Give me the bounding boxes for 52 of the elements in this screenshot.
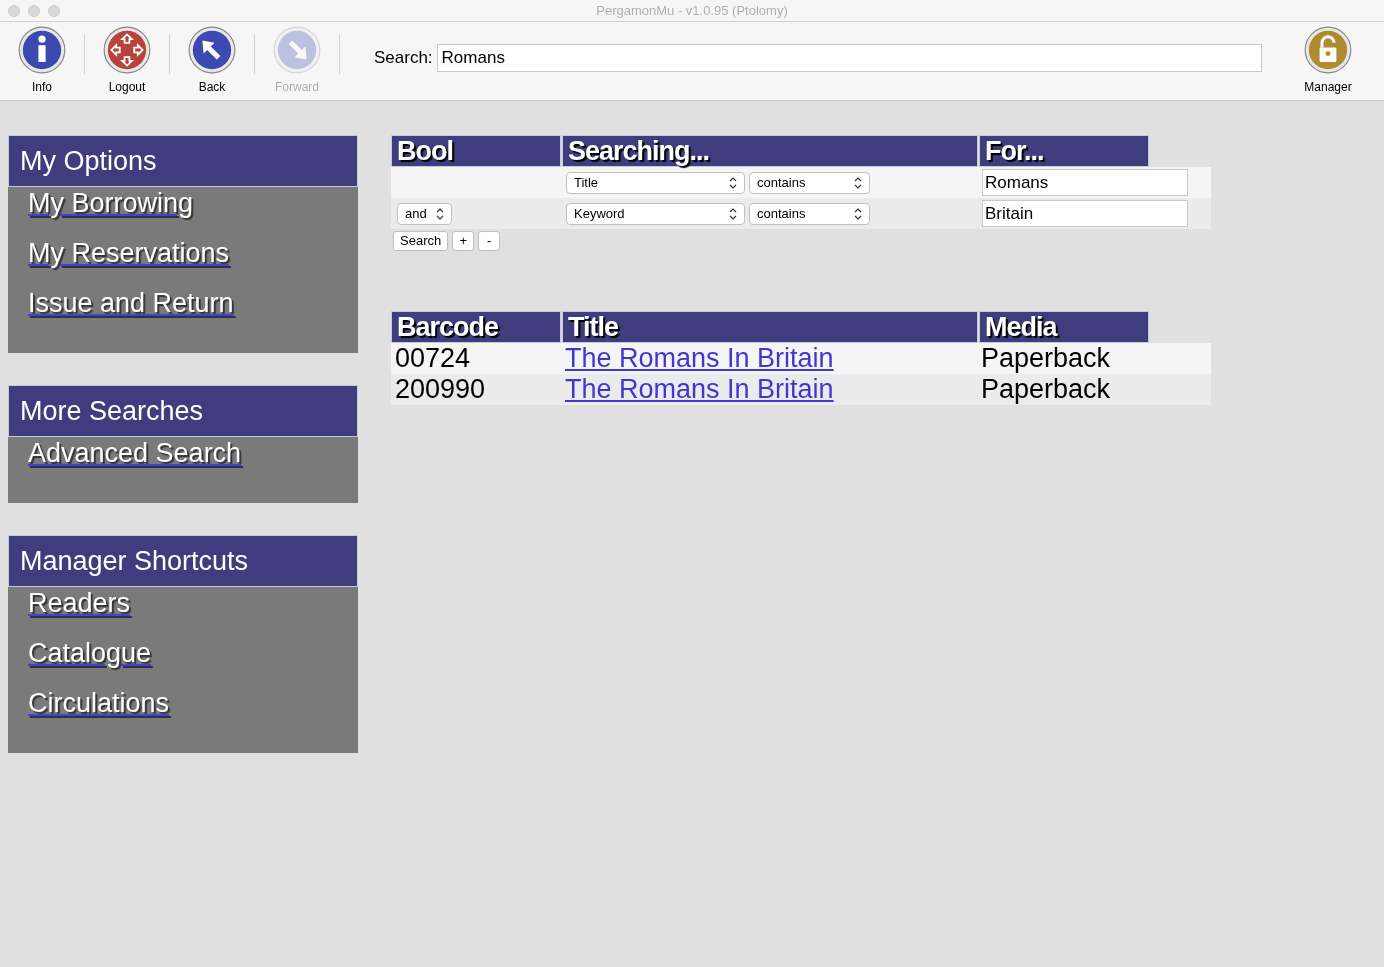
move-arrows-icon <box>103 26 151 74</box>
column-header: Title <box>562 311 978 343</box>
operator-dropdown[interactable]: contains <box>749 171 870 194</box>
padlock-icon <box>1304 26 1352 74</box>
window-control[interactable] <box>48 4 60 17</box>
window-control[interactable] <box>8 4 20 17</box>
info-icon <box>18 26 66 74</box>
sidebar-link[interactable]: My Borrowing <box>28 187 194 237</box>
chevron-icon <box>854 207 862 220</box>
sidebar-link[interactable]: Advanced Search <box>28 437 242 487</box>
arrow-up-left-icon <box>188 26 236 74</box>
window-control[interactable] <box>28 4 40 17</box>
toolbar-button[interactable]: Info <box>0 26 84 96</box>
operator-dropdown[interactable]: contains <box>749 202 870 225</box>
form-button[interactable]: Search <box>393 231 449 251</box>
form-button[interactable]: + <box>452 231 475 251</box>
panel-title: My Options <box>20 144 157 178</box>
term-field[interactable]: Romans <box>982 169 1188 196</box>
barcode-cell-text: 00724 <box>394 342 472 376</box>
panel-title: Manager Shortcuts <box>20 544 249 578</box>
panel-title: More Searches <box>20 394 204 428</box>
sidebar-link[interactable]: My Reservations <box>28 237 230 287</box>
column-header: For... <box>979 135 1149 167</box>
toolbar-button[interactable]: Back <box>170 26 254 96</box>
chevron-icon <box>729 207 737 220</box>
term-field[interactable]: Britain <box>982 200 1188 227</box>
toolbar-button[interactable]: Manager <box>1286 26 1370 96</box>
sidebar-link[interactable]: Readers <box>28 587 131 637</box>
sidebar-link[interactable]: Circulations <box>28 687 170 737</box>
column-header: Searching... <box>562 135 978 167</box>
search-label: Search: <box>374 47 433 70</box>
toolbar-button[interactable]: Logout <box>85 26 169 96</box>
column-header: Bool <box>391 135 561 167</box>
field-dropdown[interactable]: Keyword <box>566 202 745 225</box>
arrow-down-right-icon <box>273 26 321 74</box>
bool-dropdown[interactable]: and <box>397 202 452 225</box>
field-dropdown[interactable]: Title <box>566 171 745 194</box>
title-link[interactable]: The Romans In Britain <box>565 374 834 405</box>
sidebar-link[interactable]: Catalogue <box>28 637 152 687</box>
chevron-icon <box>436 207 444 220</box>
form-button[interactable]: - <box>478 231 501 251</box>
barcode-cell-text: 200990 <box>394 373 487 407</box>
chevron-icon <box>854 176 862 189</box>
column-header: Barcode <box>391 311 561 343</box>
column-header: Media <box>979 311 1149 343</box>
window-title: PergamonMu - v1.0.95 (Ptolomy) <box>596 1 788 20</box>
search-field[interactable]: Romans <box>436 44 1262 72</box>
media-cell-text: Paperback <box>980 373 1111 407</box>
sidebar-link[interactable]: Issue and Return <box>28 287 234 337</box>
media-cell-text: Paperback <box>980 342 1111 376</box>
chevron-icon <box>729 176 737 189</box>
title-link[interactable]: The Romans In Britain <box>565 343 834 374</box>
